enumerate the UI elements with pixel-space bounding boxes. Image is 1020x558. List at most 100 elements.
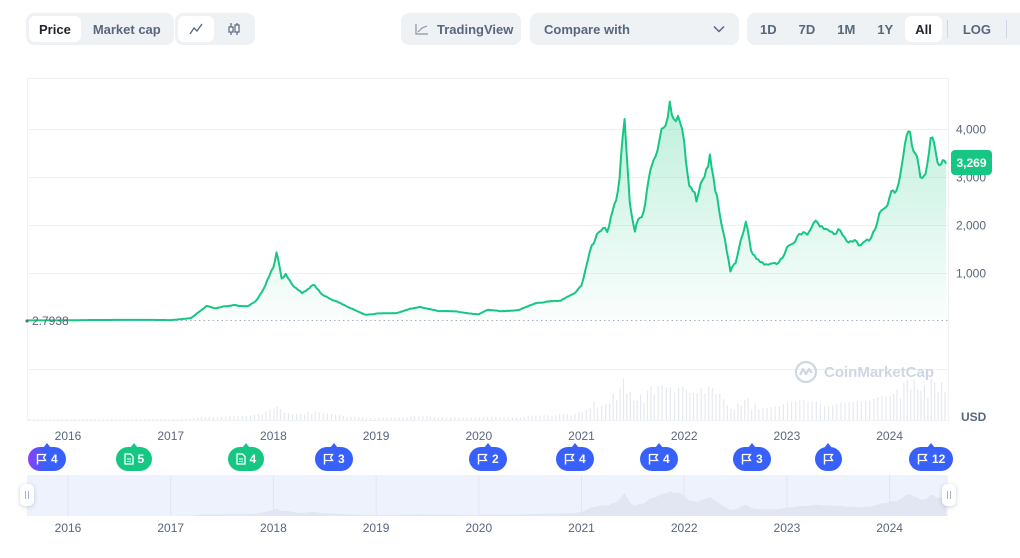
volume-bar: [751, 409, 753, 420]
volume-bar: [770, 407, 772, 420]
volume-bar: [828, 406, 830, 420]
volume-bar: [762, 408, 764, 420]
navigator-right-handle[interactable]: [942, 484, 956, 506]
volume-bar: [276, 406, 278, 420]
volume-bar: [394, 417, 396, 420]
volume-bar: [296, 414, 298, 420]
y-tick-label: 2,000: [956, 219, 986, 233]
volume-bar: [893, 394, 895, 420]
volume-bar: [844, 402, 846, 420]
y-axis-labels: 1,0002,0003,0004,000: [956, 123, 986, 281]
volume-bar: [626, 393, 628, 420]
event-marker[interactable]: 4: [227, 443, 265, 471]
volume-bar: [726, 405, 728, 420]
event-marker[interactable]: 12: [909, 443, 954, 471]
event-marker[interactable]: [814, 443, 842, 471]
volume-bar: [369, 418, 372, 420]
event-count: 3: [756, 452, 763, 466]
volume-bar: [426, 416, 428, 420]
volume-bar: [152, 418, 154, 420]
volume-bar: [279, 409, 282, 420]
volume-bar: [778, 405, 780, 420]
volume-bar: [193, 418, 195, 420]
volume-bar: [696, 393, 698, 420]
volume-bar: [49, 419, 51, 420]
volume-bar: [433, 417, 436, 420]
volume-bar: [903, 382, 905, 420]
volume-bar: [616, 400, 618, 420]
volume-bar: [619, 388, 621, 420]
volume-bar: [70, 419, 72, 420]
event-marker[interactable]: 4: [28, 443, 66, 471]
volume-bar: [803, 400, 805, 420]
event-marker[interactable]: 4: [556, 443, 594, 471]
volume-bar: [669, 387, 671, 420]
volume-bar: [172, 418, 174, 420]
volume-bar: [733, 409, 735, 420]
volume-bar: [685, 389, 688, 420]
volume-bar: [758, 409, 760, 420]
volume-bar: [482, 417, 485, 420]
volume-bar: [527, 415, 529, 420]
volume-bar: [782, 404, 784, 420]
event-marker[interactable]: 5: [115, 443, 153, 471]
volume-bar: [139, 418, 142, 420]
event-marker[interactable]: 3: [733, 443, 771, 471]
volume-bar: [156, 418, 158, 420]
volume-bar: [547, 415, 549, 420]
volume-bar: [646, 390, 649, 420]
volume-bar: [848, 402, 850, 420]
volume-bar: [719, 393, 721, 420]
volume-bar: [418, 416, 420, 420]
volume-bar: [852, 401, 854, 420]
volume-bar: [458, 417, 460, 420]
volume-bar: [689, 392, 691, 420]
event-marker[interactable]: 4: [640, 443, 678, 471]
x-tick-label: 2019: [363, 429, 390, 443]
volume-bar: [406, 417, 408, 420]
volume-bar: [160, 418, 162, 420]
flag-icon: [741, 453, 752, 465]
volume-bar: [636, 400, 638, 420]
volume-bar: [53, 419, 55, 420]
volume-bar: [795, 400, 797, 420]
volume-bar: [747, 398, 749, 420]
volume-bar: [910, 388, 912, 420]
event-marker[interactable]: 2: [469, 443, 507, 471]
volume-bar: [941, 382, 943, 420]
flag-icon: [648, 453, 659, 465]
volume-bar: [362, 417, 364, 420]
volume-bar: [889, 396, 891, 420]
volume-bar: [258, 413, 260, 420]
volume-bar: [29, 419, 31, 420]
volume-bar: [330, 414, 333, 420]
event-marker[interactable]: 3: [315, 443, 353, 471]
volume-bar: [766, 408, 768, 420]
volume-bar: [350, 416, 352, 420]
volume-bar: [189, 418, 191, 420]
volume-bar: [605, 403, 607, 420]
price-chart: 1,000 2,000 3,000 4,000 2016 2017 2018 2019 202…: [0, 0, 1020, 558]
coinmarketcap-watermark: CoinMarketCap: [794, 360, 934, 384]
volume-bar: [899, 398, 902, 420]
volume-bar: [740, 405, 742, 420]
volume-bar: [98, 418, 100, 420]
start-price-label: 2.7938: [32, 314, 69, 328]
volume-bar: [354, 416, 356, 420]
document-icon: [235, 453, 246, 465]
volume-bar: [287, 413, 289, 420]
volume-bar: [487, 416, 489, 420]
flag-icon: [564, 453, 575, 465]
volume-bar: [711, 387, 713, 420]
volume-bar: [123, 418, 125, 420]
volume-bar: [754, 403, 756, 420]
volume-bar: [930, 378, 932, 420]
volume-bar: [873, 398, 875, 420]
volume-bar: [555, 415, 557, 420]
currency-label: USD: [961, 410, 987, 424]
navigator-left-handle[interactable]: [20, 484, 34, 506]
volume-bar: [657, 386, 659, 420]
volume-bar: [466, 417, 468, 420]
volume-bar: [86, 418, 88, 420]
volume-bar: [927, 397, 929, 420]
